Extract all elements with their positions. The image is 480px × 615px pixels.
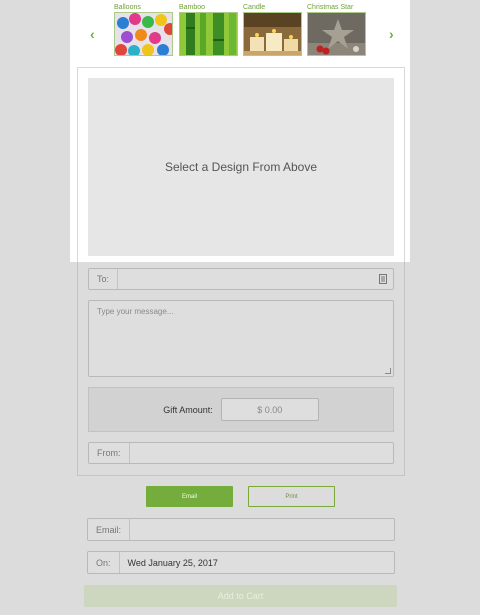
email-delivery-button[interactable]: Email	[146, 486, 233, 507]
preview-text: Select a Design From Above	[164, 160, 318, 174]
design-picker: ‹ Balloons Bamboo Candle Christmas Star …	[70, 0, 410, 262]
email-input[interactable]	[130, 519, 394, 540]
balloons-image[interactable]	[114, 12, 173, 56]
chevron-right-icon[interactable]: ›	[389, 26, 394, 42]
candle-image[interactable]	[243, 12, 302, 56]
email-field[interactable]: Email:	[87, 518, 395, 541]
gift-amount-input[interactable]: $ 0.00	[220, 398, 319, 421]
send-date-field[interactable]: On: Wed January 25, 2017	[87, 551, 395, 574]
preview-frame: Select a Design From Above	[77, 67, 405, 262]
chevron-left-icon[interactable]: ‹	[90, 26, 95, 42]
christmas-star-image[interactable]	[307, 12, 366, 56]
bamboo-image[interactable]	[179, 12, 238, 56]
design-thumb-balloons[interactable]: Balloons	[114, 3, 173, 56]
contact-card-icon[interactable]	[379, 269, 393, 289]
design-preview: Select a Design From Above	[88, 78, 394, 256]
design-thumb-christmas-star[interactable]: Christmas Star	[307, 3, 366, 56]
message-textarea[interactable]: Type your message...	[88, 300, 394, 377]
design-label: Balloons	[114, 4, 141, 11]
design-label: Candle	[243, 4, 266, 11]
resize-handle-icon[interactable]	[385, 368, 391, 374]
on-label: On:	[88, 552, 120, 573]
send-date-input[interactable]: Wed January 25, 2017	[120, 552, 394, 573]
to-input[interactable]	[118, 269, 379, 289]
message-placeholder: Type your message...	[97, 307, 174, 316]
from-input[interactable]	[130, 443, 394, 463]
gift-amount-label: Gift Amount:	[163, 404, 213, 415]
gift-amount-row: Gift Amount: $ 0.00	[88, 387, 394, 432]
from-field[interactable]: From:	[88, 442, 394, 464]
print-delivery-button[interactable]: Print	[248, 486, 335, 507]
from-label: From:	[89, 443, 130, 463]
to-field[interactable]: To:	[88, 268, 394, 290]
design-thumb-bamboo[interactable]: Bamboo	[179, 3, 238, 56]
gift-form: To: Type your message... Gift Amount: $ …	[77, 262, 405, 476]
to-label: To:	[89, 269, 119, 289]
add-to-cart-button[interactable]: Add to Cart	[84, 585, 397, 607]
design-thumb-candle[interactable]: Candle	[243, 3, 302, 56]
email-label: Email:	[88, 519, 131, 540]
design-label: Bamboo	[179, 4, 206, 11]
design-label: Christmas Star	[307, 4, 354, 11]
